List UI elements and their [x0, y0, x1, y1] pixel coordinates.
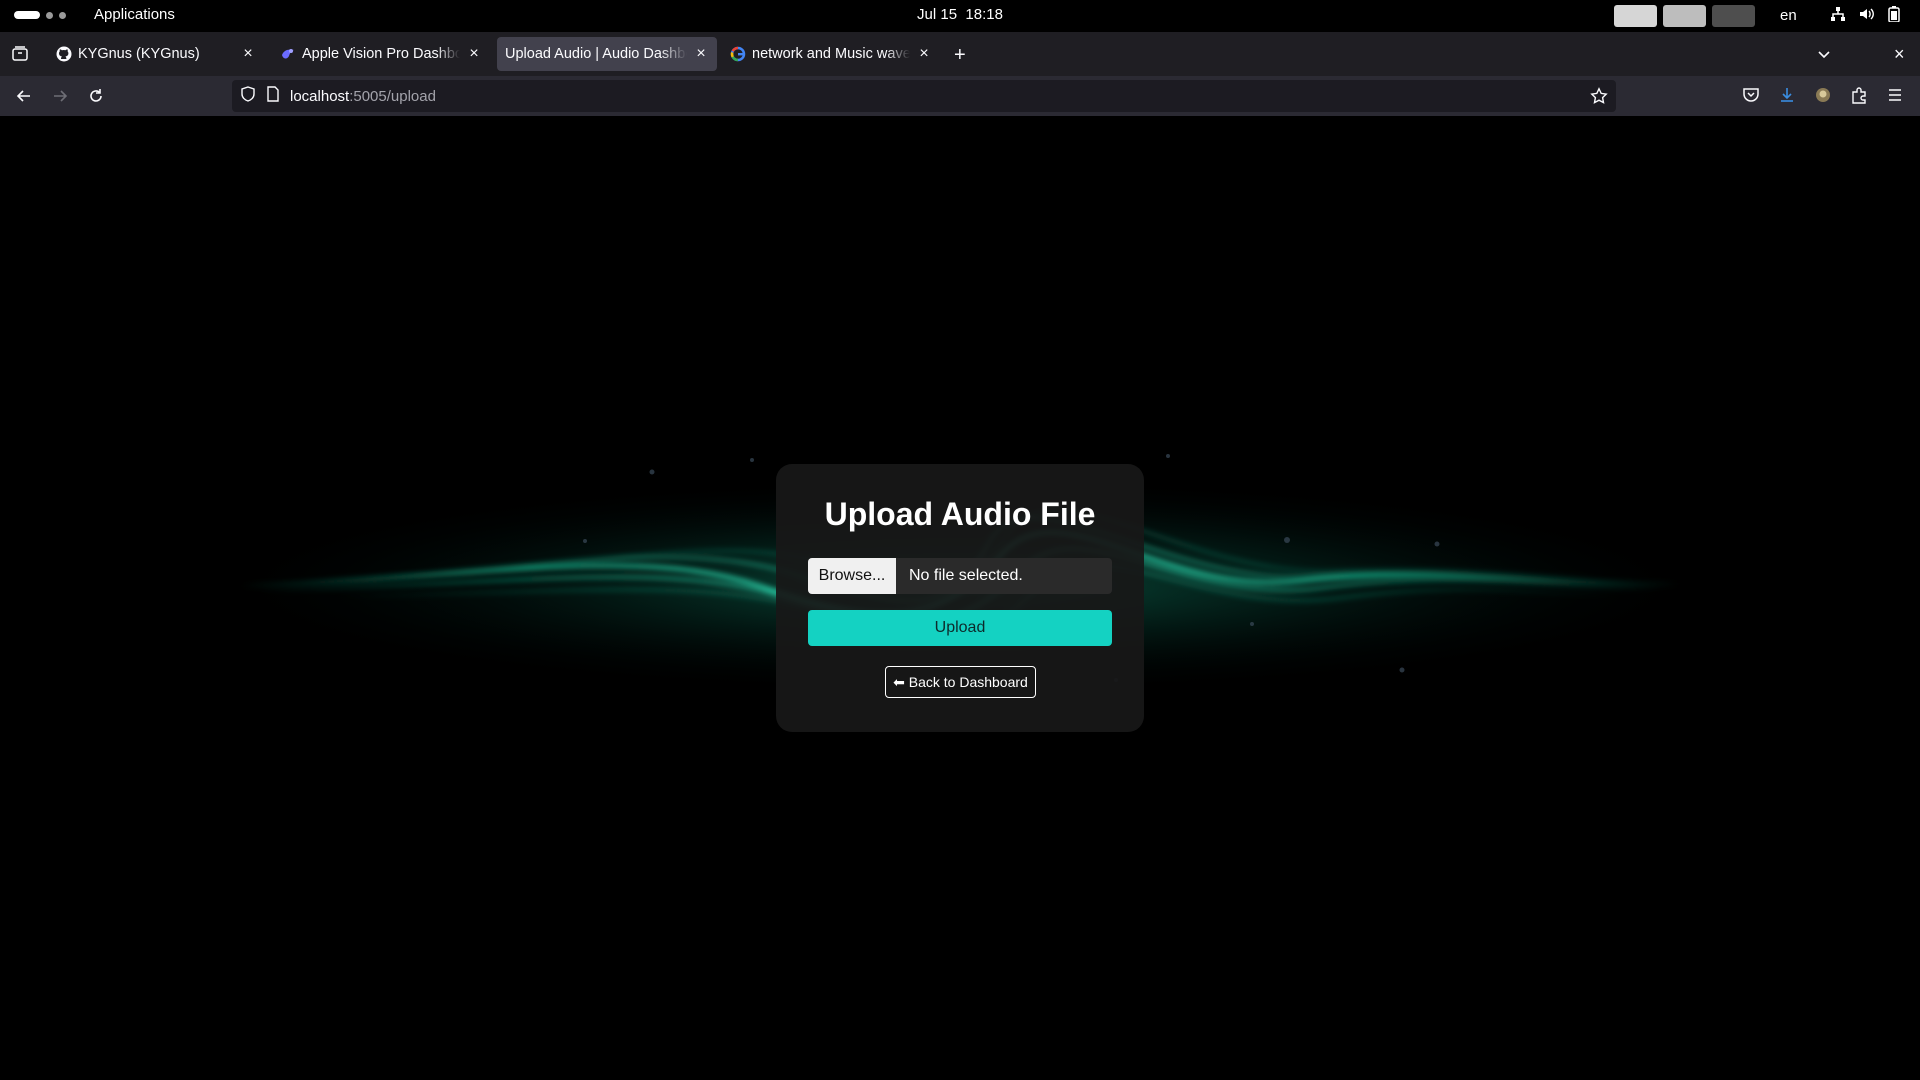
- bookmark-star-icon[interactable]: [1590, 87, 1608, 110]
- back-button[interactable]: [14, 86, 34, 106]
- downloads-icon[interactable]: [1778, 86, 1796, 109]
- new-tab-button[interactable]: +: [954, 44, 966, 67]
- battery-icon: [1888, 6, 1900, 22]
- page-info-icon[interactable]: [266, 85, 280, 107]
- workspace-switcher[interactable]: [1614, 5, 1755, 27]
- keyboard-layout-indicator[interactable]: en: [1780, 7, 1797, 24]
- reload-button[interactable]: [86, 86, 106, 106]
- time-label: 18:18: [965, 6, 1003, 23]
- list-all-tabs-button[interactable]: [1816, 46, 1832, 67]
- extension-icon[interactable]: [1814, 86, 1832, 109]
- system-top-bar: Applications Jul 15 18:18 en: [0, 0, 1920, 32]
- close-tab-icon[interactable]: ×: [693, 45, 709, 62]
- workspace-3[interactable]: [1712, 5, 1755, 27]
- workspace-2[interactable]: [1663, 5, 1706, 27]
- browse-button[interactable]: Browse...: [808, 558, 896, 594]
- upload-button[interactable]: Upload: [808, 610, 1112, 646]
- page-title: Upload Audio File: [824, 496, 1096, 532]
- close-tab-icon[interactable]: ×: [916, 45, 932, 62]
- forward-button[interactable]: [50, 86, 70, 106]
- reload-icon: [90, 89, 102, 102]
- tracking-protection-icon[interactable]: [240, 85, 256, 107]
- applications-menu[interactable]: Applications: [94, 6, 175, 23]
- chevron-down-icon: [1818, 51, 1830, 59]
- file-status-label: No file selected.: [909, 567, 1023, 584]
- close-tab-icon[interactable]: ×: [240, 45, 256, 62]
- app-logo-icon: [280, 46, 296, 62]
- activities-indicator[interactable]: [14, 11, 66, 19]
- workspace-dot: [59, 11, 66, 19]
- arrow-left-icon: [16, 90, 30, 102]
- tab-title: KYGnus (KYGnus): [78, 46, 200, 62]
- github-icon: [56, 46, 72, 62]
- firefox-view-icon[interactable]: [10, 44, 30, 64]
- back-to-dashboard-button[interactable]: ⬅ Back to Dashboard: [885, 666, 1036, 698]
- extensions-puzzle-icon[interactable]: [1850, 86, 1868, 109]
- volume-icon: [1858, 6, 1876, 22]
- workspace-dot: [46, 11, 53, 19]
- tab-title: Apple Vision Pro Dashboard: [302, 46, 460, 62]
- upload-card: Upload Audio File Browse... No file sele…: [776, 464, 1144, 732]
- url-host: localhost: [290, 87, 350, 105]
- network-icon: [1830, 6, 1846, 22]
- tab-kygnus[interactable]: KYGnus (KYGnus) ×: [48, 37, 264, 71]
- tab-upload-audio[interactable]: Upload Audio | Audio Dashboard ×: [497, 37, 717, 71]
- hamburger-menu-icon[interactable]: [1886, 86, 1904, 109]
- date-label: Jul 15: [917, 6, 958, 23]
- google-icon: [730, 46, 746, 62]
- system-tray[interactable]: [1830, 6, 1900, 22]
- file-input[interactable]: Browse... No file selected.: [808, 558, 1112, 594]
- page-content: Upload Audio File Browse... No file sele…: [0, 116, 1920, 1080]
- tab-apple-vision-pro[interactable]: Apple Vision Pro Dashboard ×: [272, 37, 490, 71]
- close-tab-icon[interactable]: ×: [466, 45, 482, 62]
- tab-title: Upload Audio | Audio Dashboard: [505, 46, 687, 62]
- tab-title: network and Music waves: [752, 46, 910, 62]
- workspace-1[interactable]: [1614, 5, 1657, 27]
- browser-nav-bar: localhost:5005/upload: [0, 76, 1920, 116]
- arrow-right-icon: [54, 90, 68, 102]
- workspace-active-indicator: [14, 11, 40, 19]
- url-text[interactable]: localhost:5005/upload: [290, 88, 436, 105]
- address-bar[interactable]: localhost:5005/upload: [232, 80, 1616, 112]
- tab-network-music-waves[interactable]: network and Music waves ×: [722, 37, 940, 71]
- close-window-button[interactable]: ×: [1894, 44, 1905, 65]
- url-path: :5005/upload: [349, 87, 436, 105]
- pocket-icon[interactable]: [1742, 86, 1760, 109]
